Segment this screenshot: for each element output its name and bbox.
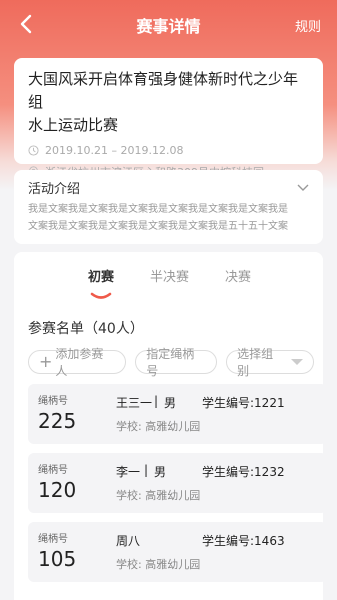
participant-name: 王三一 — [116, 396, 153, 410]
participant-name: 李一 — [116, 465, 141, 479]
rope-label: 绳柄号 — [38, 396, 68, 407]
rope-number-button[interactable]: 指定绳柄号 — [135, 347, 218, 378]
participant-name: 周八 — [116, 534, 141, 548]
event-date-row: 2019.10.21 – 2019.12.08 — [28, 141, 309, 159]
participants-card: 初赛 半决赛 决赛 参赛名单（40人） + 添加参赛人 指定绳柄号 选择组别 绳… — [14, 252, 327, 600]
event-name-line2: 水上运动比赛 — [28, 116, 119, 134]
clock-icon — [28, 144, 39, 156]
tab-preliminary[interactable]: 初赛 — [88, 266, 114, 285]
event-info-card: 大国风采开启体育强身健体新时代之少年组 水上运动比赛 2019.10.21 – … — [14, 58, 323, 179]
event-name-line1: 大国风采开启体育强身健体新时代之少年组 — [28, 70, 299, 111]
participant-gender: 男 — [154, 465, 167, 479]
rope-label: 绳柄号 — [38, 534, 68, 545]
chevron-down-icon[interactable] — [297, 184, 309, 192]
rope-label: 绳柄号 — [38, 465, 68, 476]
add-participant-label: 添加参赛人 — [55, 347, 104, 378]
participant-card[interactable]: 绳柄号 225 王三一 | 男 学生编号:1221 学校: 高雅幼儿园 — [28, 384, 327, 444]
intro-text-line1: 我是文案我是文案我是文案我是文案我是文案我是文案我是 — [28, 204, 288, 215]
participant-school: 学校: 高雅幼儿园 — [116, 420, 201, 433]
intro-card[interactable]: 活动介绍 我是文案我是文案我是文案我是文案我是文案我是文案我是 文案我是文案我是… — [14, 170, 323, 244]
event-date: 2019.10.21 – 2019.12.08 — [45, 143, 184, 157]
intro-text-line2: 文案我是文案我是文案我是文案我是文案我是五十五十文案 — [28, 221, 288, 232]
participant-card[interactable]: 绳柄号 120 李一 | 男 学生编号:1232 学校: 高雅幼儿园 — [28, 453, 327, 513]
participant-school: 学校: 高雅幼儿园 — [116, 558, 201, 571]
participants-title: 参赛名单（40人） — [28, 321, 144, 337]
tab-semifinal[interactable]: 半决赛 — [150, 266, 189, 285]
student-id: 学生编号:1232 — [202, 465, 285, 479]
filter-bar: + 添加参赛人 指定绳柄号 选择组别 — [28, 347, 323, 378]
active-tab-indicator — [90, 292, 112, 299]
rope-number: 225 — [38, 409, 77, 433]
separator: | — [154, 394, 159, 408]
chevron-left-icon — [20, 14, 32, 34]
student-id: 学生编号:1463 — [202, 534, 285, 548]
event-name: 大国风采开启体育强身健体新时代之少年组 水上运动比赛 — [28, 68, 309, 137]
group-select-label: 选择组别 — [237, 347, 274, 378]
rope-number: 120 — [38, 478, 77, 502]
participant-school: 学校: 高雅幼儿园 — [116, 489, 201, 502]
rope-number-label: 指定绳柄号 — [146, 347, 195, 378]
back-button[interactable] — [12, 10, 40, 38]
participant-gender: 男 — [164, 396, 177, 410]
intro-title: 活动介绍 — [28, 182, 81, 197]
rules-link[interactable]: 规则 — [295, 16, 321, 35]
nav-bar: 赛事详情 规则 — [0, 0, 337, 50]
page-title: 赛事详情 — [136, 17, 201, 36]
group-select[interactable]: 选择组别 — [226, 347, 314, 378]
participant-card[interactable]: 绳柄号 105 周八 学生编号:1463 学校: 高雅幼儿园 — [28, 522, 327, 582]
round-tabs: 初赛 半决赛 决赛 — [14, 266, 323, 306]
add-participant-button[interactable]: + 添加参赛人 — [28, 347, 127, 378]
tab-final[interactable]: 决赛 — [225, 266, 251, 285]
student-id: 学生编号:1221 — [202, 396, 285, 410]
rope-number: 105 — [38, 547, 77, 571]
plus-icon: + — [39, 352, 53, 371]
caret-down-icon — [291, 359, 303, 365]
separator: | — [144, 463, 149, 477]
